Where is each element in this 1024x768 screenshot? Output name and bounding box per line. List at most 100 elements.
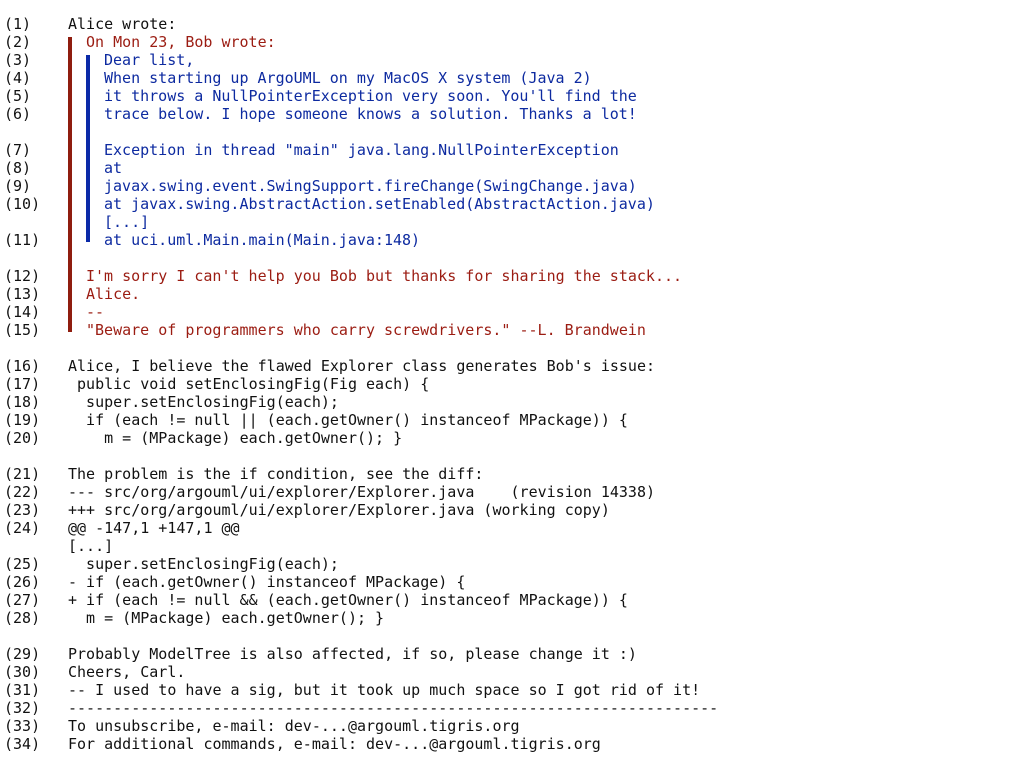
line-number: (12) [4,267,41,285]
line-text: [...] [104,213,150,231]
line-number: (26) [4,573,41,591]
line-text: -- [86,303,105,321]
email-line: (7) Exception in thread "main" java.lang.… [0,141,1024,159]
email-line: [...] [0,213,1024,231]
email-line: (10) at javax.swing.AbstractAction.setEna… [0,195,1024,213]
line-text: trace below. I hope someone knows a solu… [104,105,637,123]
line-text: +++ src/org/argouml/ui/explorer/Explorer… [68,501,610,519]
email-line: (12) I'm sorry I can't help you Bob but t… [0,267,1024,285]
line-text: @@ -147,1 +147,1 @@ [68,519,240,537]
line-text: "Beware of programmers who carry screwdr… [86,321,646,339]
line-number: (24) [4,519,41,537]
email-line: (13) Alice. [0,285,1024,303]
email-line: (19) if (each != null || (each.getOwner(… [0,411,1024,429]
line-number: (28) [4,609,41,627]
line-text: - if (each.getOwner() instanceof MPackag… [68,573,466,591]
email-line: (6) trace below. I hope someone knows a s… [0,105,1024,123]
line-number: (6) [4,105,32,123]
line-number: (21) [4,465,41,483]
line-text: Alice wrote: [68,15,177,33]
line-number: (27) [4,591,41,609]
line-number: (10) [4,195,41,213]
line-text: m = (MPackage) each.getOwner(); } [68,609,385,627]
email-line: (16) Alice, I believe the flawed Explorer… [0,357,1024,375]
email-line: (4) When starting up ArgoUML on my MacOS … [0,69,1024,87]
line-number: (31) [4,681,41,699]
line-number: (7) [4,141,32,159]
email-line: (2) On Mon 23, Bob wrote: [0,33,1024,51]
line-number: (20) [4,429,41,447]
email-line: (18) super.setEnclosingFig(each); [0,393,1024,411]
line-text: at [104,159,123,177]
line-number: (2) [4,33,32,51]
email-line: (14) -- [0,303,1024,321]
line-number: (15) [4,321,41,339]
line-text: --- src/org/argouml/ui/explorer/Explorer… [68,483,655,501]
line-text: Alice. [86,285,141,303]
email-line: (5) it throws a NullPointerException very… [0,87,1024,105]
line-text: it throws a NullPointerException very so… [104,87,637,105]
email-line: (17) public void setEnclosingFig(Fig eac… [0,375,1024,393]
line-text: + if (each != null && (each.getOwner() i… [68,591,628,609]
line-text: at uci.uml.Main.main(Main.java:148) [104,231,421,249]
line-text: Alice, I believe the flawed Explorer cla… [68,357,655,375]
line-text: javax.swing.event.SwingSupport.fireChang… [104,177,637,195]
line-number: (13) [4,285,41,303]
email-line: [...] [0,537,1024,555]
email-line: (15) "Beware of programmers who carry scr… [0,321,1024,339]
email-line: (33) To unsubscribe, e-mail: dev-...@argo… [0,717,1024,735]
line-text: Cheers, Carl. [68,663,186,681]
email-line: (3) Dear list, [0,51,1024,69]
line-number: (8) [4,159,32,177]
email-line: (27) + if (each != null && (each.getOwner… [0,591,1024,609]
line-number: (3) [4,51,32,69]
line-text: at javax.swing.AbstractAction.setEnabled… [104,195,655,213]
line-text: [...] [68,537,114,555]
line-text: public void setEnclosingFig(Fig each) { [68,375,430,393]
line-number: (23) [4,501,41,519]
email-line: (11) at uci.uml.Main.main(Main.java:148) [0,231,1024,249]
line-number: (4) [4,69,32,87]
email-line: (25) super.setEnclosingFig(each); [0,555,1024,573]
line-text: -- I used to have a sig, but it took up … [68,681,701,699]
email-line: (8) at [0,159,1024,177]
line-text: super.setEnclosingFig(each); [68,393,339,411]
line-text: When starting up ArgoUML on my MacOS X s… [104,69,592,87]
line-number: (33) [4,717,41,735]
email-line: (29) Probably ModelTree is also affected,… [0,645,1024,663]
email-line: (1) Alice wrote: [0,15,1024,33]
line-number: (11) [4,231,41,249]
line-number: (32) [4,699,41,717]
line-number: (5) [4,87,32,105]
email-line: (23) +++ src/org/argouml/ui/explorer/Expl… [0,501,1024,519]
email-line: (30) Cheers, Carl. [0,663,1024,681]
line-text: To unsubscribe, e-mail: dev-...@argouml.… [68,717,520,735]
email-line: (34) For additional commands, e-mail: dev… [0,735,1024,753]
line-number: (17) [4,375,41,393]
line-text: Dear list, [104,51,195,69]
email-line: (31) -- I used to have a sig, but it took… [0,681,1024,699]
line-number: (9) [4,177,32,195]
line-number: (29) [4,645,41,663]
email-body: (1) Alice wrote: (2) On Mon 23, Bob wrote:(… [0,15,1024,753]
email-line: (20) m = (MPackage) each.getOwner(); } [0,429,1024,447]
line-number: (34) [4,735,41,753]
line-number: (25) [4,555,41,573]
email-line: (21) The problem is the if condition, see… [0,465,1024,483]
line-text: For additional commands, e-mail: dev-...… [68,735,601,753]
line-number: (30) [4,663,41,681]
line-text: super.setEnclosingFig(each); [68,555,339,573]
line-text: The problem is the if condition, see the… [68,465,484,483]
line-text: Exception in thread "main" java.lang.Nul… [104,141,619,159]
line-number: (1) [4,15,32,33]
email-line: (26) - if (each.getOwner() instanceof MPa… [0,573,1024,591]
line-number: (22) [4,483,41,501]
line-number: (19) [4,411,41,429]
line-text: m = (MPackage) each.getOwner(); } [68,429,403,447]
email-line: (24) @@ -147,1 +147,1 @@ [0,519,1024,537]
line-text: I'm sorry I can't help you Bob but thank… [86,267,683,285]
